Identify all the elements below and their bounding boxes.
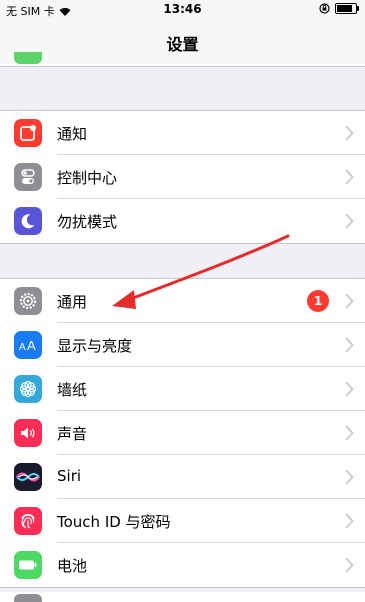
partial-row-bottom-icon <box>14 594 42 602</box>
settings-row[interactable]: 通用 1 <box>0 279 365 323</box>
settings-row[interactable]: 控制中心 <box>0 155 365 199</box>
moon-icon <box>14 207 42 235</box>
display-brightness-icon: AA <box>14 331 42 359</box>
settings-row-label: Touch ID 与密码 <box>57 513 171 531</box>
chevron-right-icon <box>345 513 354 529</box>
partial-row-icon <box>14 52 42 64</box>
control-center-icon <box>14 163 42 191</box>
speaker-icon <box>14 419 42 447</box>
chevron-right-icon <box>345 213 354 229</box>
settings-row-label: 声音 <box>57 425 88 443</box>
settings-row[interactable]: 通知 <box>0 111 365 155</box>
notifications-icon <box>14 119 42 147</box>
chevron-right-icon <box>345 125 354 141</box>
chevron-right-icon <box>345 425 354 441</box>
battery-icon <box>14 551 42 579</box>
partial-row-bottom[interactable] <box>0 592 365 602</box>
fingerprint-icon <box>14 507 42 535</box>
status-bar: 无 SIM 卡 13:46 <box>0 0 365 20</box>
page-title: 设置 <box>166 35 199 54</box>
settings-group-2: 通用 1 A A 显示与亮度墙纸声音 Siri Touch ID 与密码 电池 <box>0 278 365 588</box>
notification-badge: 1 <box>307 290 329 312</box>
settings-row[interactable]: 声音 <box>0 411 365 455</box>
battery-fill <box>337 5 353 12</box>
orientation-lock-icon <box>319 3 330 14</box>
chevron-right-icon <box>345 169 354 185</box>
partial-row[interactable] <box>0 64 365 67</box>
chevron-right-icon <box>345 293 354 309</box>
settings-row-label: 勿扰模式 <box>57 213 118 231</box>
settings-row-label: 墙纸 <box>57 381 88 399</box>
navigation-bar: 设置 <box>0 20 365 65</box>
chevron-right-icon <box>345 337 354 353</box>
settings-row-label: 通知 <box>57 125 88 143</box>
settings-row[interactable]: Siri <box>0 455 365 499</box>
settings-group-1: 通知控制中心勿扰模式 <box>0 110 365 244</box>
settings-row[interactable]: Touch ID 与密码 <box>0 499 365 543</box>
battery-indicator <box>335 3 359 14</box>
svg-text:A: A <box>19 342 26 353</box>
settings-row-label: 通用 <box>57 293 88 311</box>
settings-row-label: Siri <box>57 467 82 485</box>
settings-row[interactable]: 勿扰模式 <box>0 199 365 243</box>
chevron-right-icon <box>345 557 354 573</box>
wallpaper-flower-icon <box>14 375 42 403</box>
settings-row[interactable]: A A 显示与亮度 <box>0 323 365 367</box>
chevron-right-icon <box>345 381 354 397</box>
settings-row-label: 控制中心 <box>57 169 118 187</box>
settings-row-label: 电池 <box>57 557 88 575</box>
settings-row-label: 显示与亮度 <box>57 337 133 355</box>
settings-row[interactable]: 墙纸 <box>0 367 365 411</box>
status-time: 13:46 <box>163 2 202 16</box>
status-right <box>319 3 359 14</box>
chevron-right-icon <box>345 469 354 485</box>
siri-icon <box>14 463 42 491</box>
settings-row[interactable]: 电池 <box>0 543 365 587</box>
gear-icon <box>14 287 42 315</box>
svg-text:A: A <box>27 338 36 353</box>
